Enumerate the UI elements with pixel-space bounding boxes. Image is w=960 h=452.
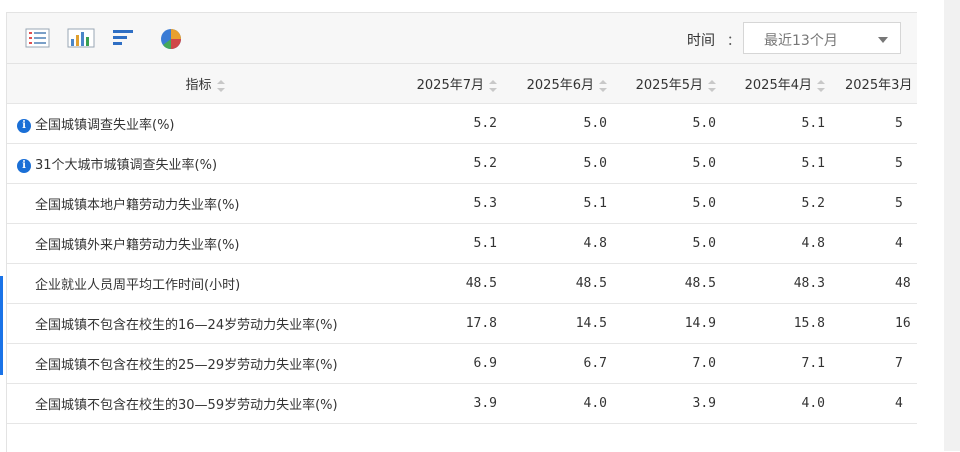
value-cell: 5 [835,143,917,184]
value-cell: 48.5 [403,263,507,304]
value-cell: 5 [835,183,917,224]
info-icon[interactable]: i [17,158,31,173]
value-cell: 4 [835,383,917,424]
value-cell: 5.0 [507,143,617,184]
value-cell: 3.9 [403,383,507,424]
sort-icon[interactable] [489,79,497,92]
time-label: 时间 [687,33,715,49]
value-cell: 5 [835,103,917,144]
value-cell: 4 [835,223,917,264]
table-row: 全国城镇本地户籍劳动力失业率(%) 5.3 5.1 5.0 5.2 5 [7,183,917,224]
value-cell: 17.8 [403,303,507,344]
table-row: i 全国城镇调查失业率(%) 5.2 5.0 5.0 5.1 5 [7,103,917,144]
value-cell: 5.0 [617,103,726,144]
value-cell: 5.0 [617,143,726,184]
value-cell: 7.0 [617,343,726,384]
indicator-label: 全国城镇不包含在校生的25—29岁劳动力失业率(%) [35,358,338,373]
sort-icon[interactable] [817,79,825,92]
indicator-label: 全国城镇外来户籍劳动力失业率(%) [35,238,240,253]
value-cell: 5.2 [403,143,507,184]
indicator-label: 31个大城市城镇调查失业率(%) [35,158,218,173]
value-cell: 5.1 [726,103,835,144]
value-cell: 4.8 [726,223,835,264]
indicator-cell: 全国城镇不包含在校生的25—29岁劳动力失业率(%) [7,343,403,384]
header-col-4[interactable]: 2025年3月 [835,64,917,104]
time-range-value: 最近13个月 [764,33,838,49]
time-separator: ： [727,34,741,49]
value-cell: 48.3 [726,263,835,304]
value-cell: 5.0 [617,223,726,264]
indicator-cell: 全国城镇本地户籍劳动力失业率(%) [7,183,403,224]
value-cell: 14.5 [507,303,617,344]
value-cell: 5.3 [403,183,507,224]
value-cell: 4.0 [726,383,835,424]
value-cell: 7.1 [726,343,835,384]
indicator-label: 全国城镇本地户籍劳动力失业率(%) [35,198,240,213]
indicator-label: 全国城镇调查失业率(%) [35,118,175,133]
value-cell: 48 [835,263,917,304]
header-col-3[interactable]: 2025年4月 [726,64,835,104]
table-row: 全国城镇不包含在校生的30—59岁劳动力失业率(%) 3.9 4.0 3.9 4.0 4 [7,383,917,424]
value-cell: 5.1 [726,143,835,184]
value-cell: 14.9 [617,303,726,344]
header-col-1[interactable]: 2025年6月 [507,64,617,104]
sort-icon[interactable] [708,79,716,92]
header-col-0[interactable]: 2025年7月 [403,64,507,104]
value-cell: 5.2 [726,183,835,224]
indicator-label: 全国城镇不包含在校生的30—59岁劳动力失业率(%) [35,398,338,413]
table-row: 企业就业人员周平均工作时间(小时) 48.5 48.5 48.5 48.3 48 [7,263,917,304]
data-table: 指标 2025年7月 2025年6月 2025年5月 2025年4月 2025年… [7,64,917,424]
table-header-row: 指标 2025年7月 2025年6月 2025年5月 2025年4月 2025年… [7,64,917,104]
value-cell: 5.0 [617,183,726,224]
indicator-cell: 企业就业人员周平均工作时间(小时) [7,263,403,304]
value-cell: 48.5 [507,263,617,304]
header-col-2[interactable]: 2025年5月 [617,64,726,104]
sort-icon[interactable] [216,79,225,92]
value-cell: 4.8 [507,223,617,264]
toolbar: 时间 ： 最近13个月 [7,13,917,64]
indicator-cell: 全国城镇不包含在校生的16—24岁劳动力失业率(%) [7,303,403,344]
value-cell: 5.0 [507,103,617,144]
indicator-label: 企业就业人员周平均工作时间(小时) [35,278,241,293]
table-row: 全国城镇不包含在校生的25—29岁劳动力失业率(%) 6.9 6.7 7.0 7.1 7 [7,343,917,384]
bar-chart-icon[interactable] [67,27,95,51]
table-row: i 31个大城市城镇调查失业率(%) 5.2 5.0 5.0 5.1 5 [7,143,917,184]
indicator-cell: i 31个大城市城镇调查失业率(%) [7,143,403,184]
pie-chart-icon[interactable] [159,27,185,51]
value-cell: 5.2 [403,103,507,144]
left-accent-bar [0,276,3,375]
value-cell: 15.8 [726,303,835,344]
value-cell: 6.7 [507,343,617,384]
value-cell: 7 [835,343,917,384]
value-cell: 4.0 [507,383,617,424]
info-icon[interactable]: i [17,118,31,133]
indicator-cell: 全国城镇外来户籍劳动力失业率(%) [7,223,403,264]
time-range-select[interactable]: 最近13个月 [743,22,901,54]
value-cell: 5.1 [403,223,507,264]
indicator-label: 全国城镇不包含在校生的16—24岁劳动力失业率(%) [35,318,338,333]
chevron-down-icon [878,37,888,43]
table-row: 全国城镇外来户籍劳动力失业率(%) 5.1 4.8 5.0 4.8 4 [7,223,917,264]
header-indicator[interactable]: 指标 [7,64,403,104]
value-cell: 16 [835,303,917,344]
table-row: 全国城镇不包含在校生的16—24岁劳动力失业率(%) 17.8 14.5 14.9 15… [7,303,917,344]
data-panel: 时间 ： 最近13个月 指标 2025年7月 2025年6月 2025年5月 2… [6,12,917,452]
sort-icon[interactable] [599,79,607,92]
page-scroll-gutter [944,0,960,451]
value-cell: 6.9 [403,343,507,384]
value-cell: 5.1 [507,183,617,224]
table-view-icon[interactable] [25,27,51,51]
indicator-cell: 全国城镇不包含在校生的30—59岁劳动力失业率(%) [7,383,403,424]
horizontal-bar-icon[interactable] [111,27,137,51]
indicator-cell: i 全国城镇调查失业率(%) [7,103,403,144]
value-cell: 3.9 [617,383,726,424]
value-cell: 48.5 [617,263,726,304]
